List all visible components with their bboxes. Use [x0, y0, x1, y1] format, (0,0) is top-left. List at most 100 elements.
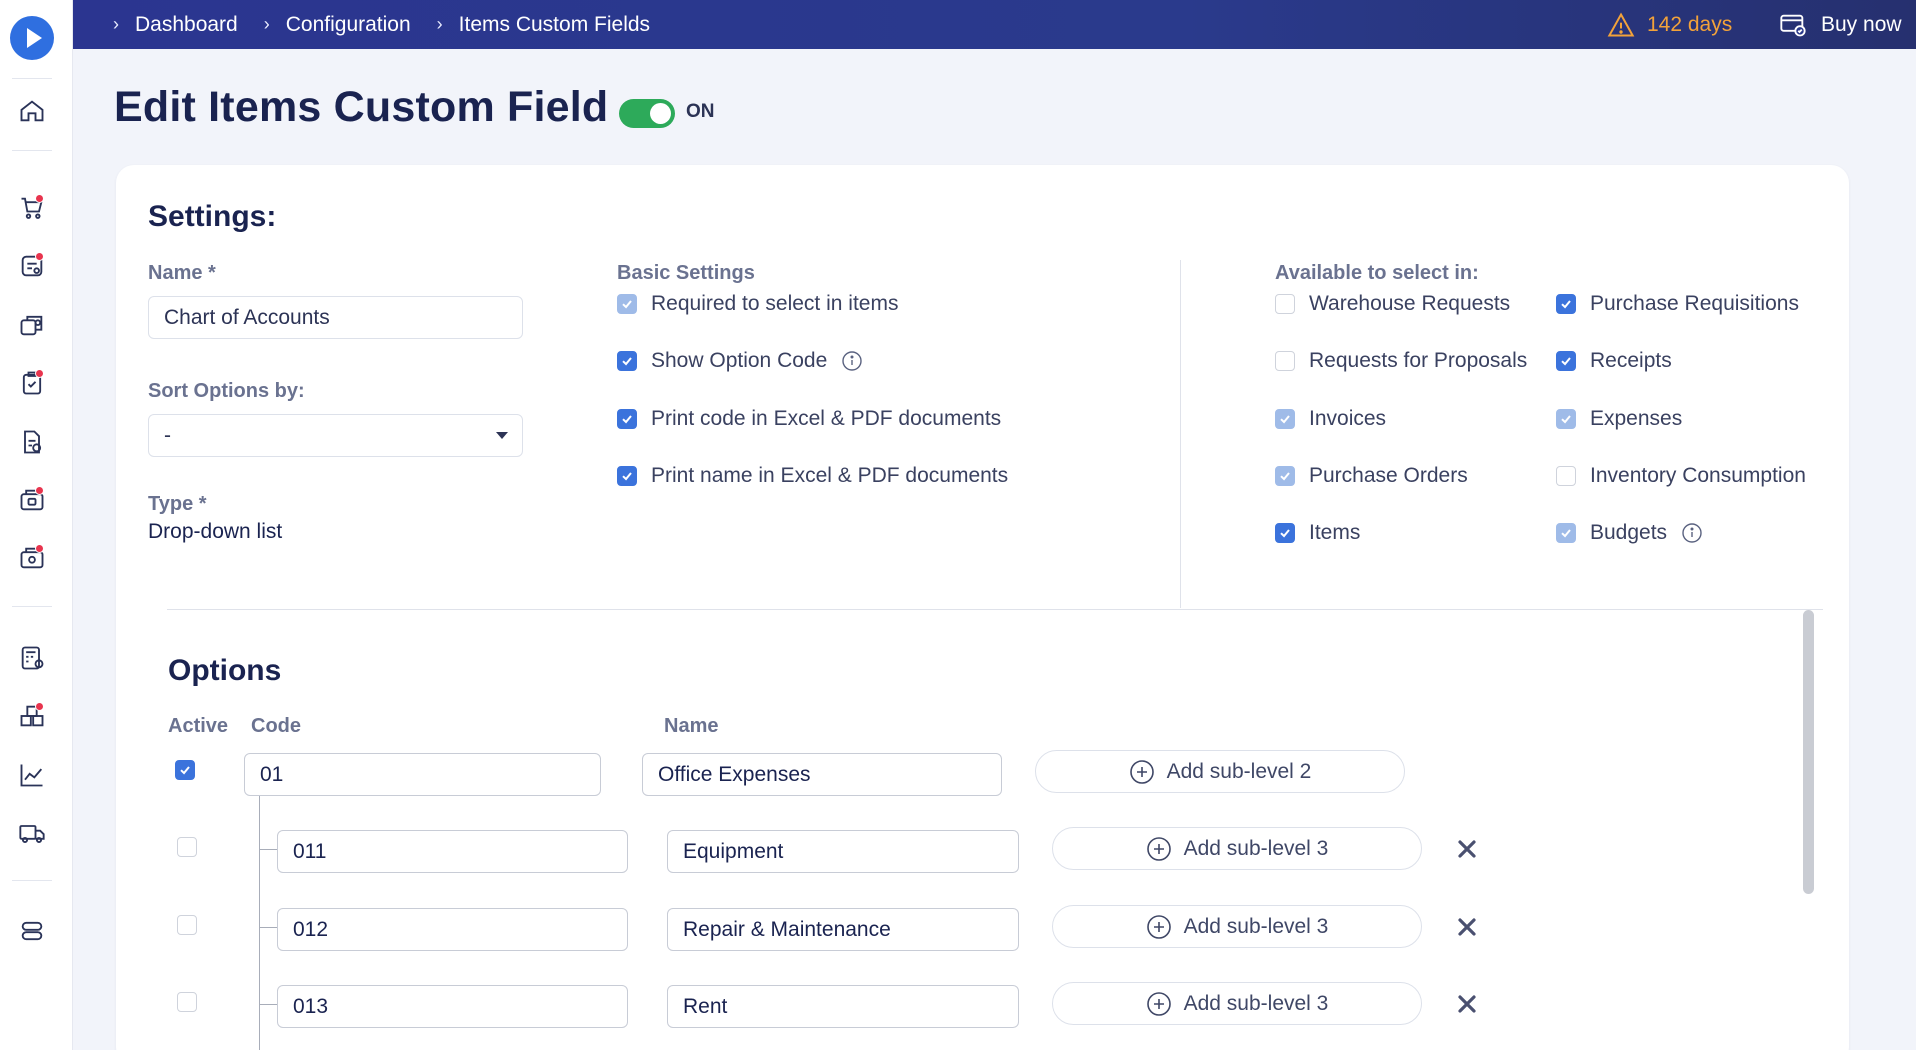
delete-option-icon[interactable] — [1453, 990, 1481, 1018]
delete-option-icon[interactable] — [1453, 913, 1481, 941]
notification-badge — [35, 194, 44, 203]
option-name-input[interactable]: Rent — [667, 985, 1019, 1028]
cart-icon[interactable] — [12, 188, 52, 228]
trial-indicator: 142 days — [1607, 0, 1732, 49]
add-sub-level-button[interactable]: Add sub-level 3 — [1052, 827, 1422, 870]
warning-icon — [1607, 11, 1635, 36]
buy-now-label: Buy now — [1821, 12, 1902, 36]
option-code-input[interactable]: 011 — [277, 830, 628, 873]
add-sub-level-button[interactable]: Add sub-level 2 — [1035, 750, 1405, 793]
chevron-right-icon: › — [113, 14, 119, 34]
available-right-4[interactable]: Budgets — [1556, 521, 1703, 545]
delete-option-icon[interactable] — [1453, 835, 1481, 863]
checkbox[interactable] — [1275, 351, 1295, 371]
plus-circle-icon — [1129, 759, 1167, 785]
toggle-knob — [650, 103, 671, 124]
checkbox[interactable] — [617, 294, 637, 314]
checkbox[interactable] — [617, 409, 637, 429]
basic-setting-0[interactable]: Required to select in items — [617, 292, 898, 316]
active-toggle[interactable] — [619, 99, 675, 128]
option-name-input[interactable]: Repair & Maintenance — [667, 908, 1019, 951]
option-code-input[interactable]: 01 — [244, 753, 601, 796]
basic-setting-3[interactable]: Print name in Excel & PDF documents — [617, 464, 1008, 488]
name-input[interactable]: Chart of Accounts — [148, 296, 523, 339]
checkbox[interactable] — [1556, 351, 1576, 371]
scrollbar-thumb[interactable] — [1803, 610, 1814, 894]
available-right-3[interactable]: Inventory Consumption — [1556, 464, 1806, 488]
delivery-icon[interactable] — [12, 813, 52, 853]
settings-icon[interactable] — [12, 911, 52, 951]
checkbox[interactable] — [1556, 523, 1576, 543]
approvals-icon[interactable] — [12, 363, 52, 403]
breadcrumb-items-custom-fields[interactable]: Items Custom Fields — [459, 13, 650, 37]
available-right-0[interactable]: Purchase Requisitions — [1556, 292, 1799, 316]
checkbox[interactable] — [1275, 409, 1295, 429]
active-checkbox[interactable] — [175, 760, 195, 780]
info-icon[interactable] — [841, 350, 863, 372]
available-left-3[interactable]: Purchase Orders — [1275, 464, 1468, 488]
name-label: Name * — [148, 262, 216, 284]
type-value: Drop-down list — [148, 520, 283, 543]
proposals-icon[interactable] — [12, 305, 52, 345]
invoices-icon[interactable] — [12, 480, 52, 520]
checkbox-label: Show Option Code — [651, 349, 828, 372]
available-right-1[interactable]: Receipts — [1556, 349, 1672, 373]
checkbox-label: Required to select in items — [651, 292, 899, 315]
active-checkbox[interactable] — [177, 837, 197, 857]
basic-setting-2[interactable]: Print code in Excel & PDF documents — [617, 407, 1001, 431]
checkbox[interactable] — [617, 351, 637, 371]
checkbox[interactable] — [1556, 294, 1576, 314]
basic-setting-1[interactable]: Show Option Code — [617, 349, 863, 373]
available-left-2[interactable]: Invoices — [1275, 407, 1386, 431]
home-icon[interactable] — [12, 91, 52, 131]
checkbox[interactable] — [1275, 466, 1295, 486]
buy-now-button[interactable]: Buy now — [1779, 0, 1902, 49]
add-sub-level-button[interactable]: Add sub-level 3 — [1052, 982, 1422, 1025]
budget-icon[interactable] — [12, 638, 52, 678]
option-code-value: 013 — [293, 994, 329, 1018]
requests-icon[interactable] — [12, 246, 52, 286]
add-sub-level-button[interactable]: Add sub-level 3 — [1052, 905, 1422, 948]
checkbox-label: Print name in Excel & PDF documents — [651, 464, 1009, 487]
checkbox-label: Warehouse Requests — [1309, 292, 1511, 315]
logo-icon[interactable] — [10, 16, 54, 60]
available-left-1[interactable]: Requests for Proposals — [1275, 349, 1527, 373]
inventory-icon[interactable] — [12, 696, 52, 736]
sort-options-select[interactable]: - — [148, 414, 523, 457]
option-code-input[interactable]: 013 — [277, 985, 628, 1028]
option-code-input[interactable]: 012 — [277, 908, 628, 951]
breadcrumb: › Dashboard › Configuration › Items Cust… — [113, 0, 676, 49]
chevron-right-icon: › — [436, 14, 443, 34]
checkbox-label: Inventory Consumption — [1590, 464, 1806, 487]
column-active: Active — [168, 715, 229, 737]
active-checkbox[interactable] — [177, 915, 197, 935]
tree-branch — [259, 927, 277, 928]
checkbox[interactable] — [1275, 523, 1295, 543]
active-checkbox[interactable] — [177, 992, 197, 1012]
checkbox-label: Requests for Proposals — [1309, 349, 1528, 372]
available-left-0[interactable]: Warehouse Requests — [1275, 292, 1510, 316]
checkbox-label: Invoices — [1309, 407, 1387, 430]
documents-icon[interactable] — [12, 422, 52, 462]
checkbox-label: Items — [1309, 521, 1361, 544]
breadcrumb-configuration[interactable]: Configuration — [286, 13, 411, 37]
reports-icon[interactable] — [12, 755, 52, 795]
checkbox[interactable] — [1275, 294, 1295, 314]
info-icon[interactable] — [1681, 522, 1703, 544]
add-sub-level-label: Add sub-level 3 — [1183, 914, 1329, 938]
breadcrumb-dashboard[interactable]: Dashboard — [135, 13, 238, 37]
option-name-value: Rent — [683, 994, 728, 1018]
option-name-input[interactable]: Office Expenses — [642, 753, 1002, 796]
dropdown-arrow-icon — [496, 432, 508, 439]
payments-icon[interactable] — [12, 538, 52, 578]
checkbox-label: Receipts — [1590, 349, 1672, 372]
option-name-input[interactable]: Equipment — [667, 830, 1019, 873]
checkbox-label: Purchase Orders — [1309, 464, 1468, 487]
option-code-value: 01 — [260, 762, 284, 786]
checkbox[interactable] — [617, 466, 637, 486]
available-left-4[interactable]: Items — [1275, 521, 1360, 545]
checkbox[interactable] — [1556, 466, 1576, 486]
available-right-2[interactable]: Expenses — [1556, 407, 1682, 431]
checkbox[interactable] — [1556, 409, 1576, 429]
basic-settings-heading: Basic Settings — [617, 262, 755, 284]
